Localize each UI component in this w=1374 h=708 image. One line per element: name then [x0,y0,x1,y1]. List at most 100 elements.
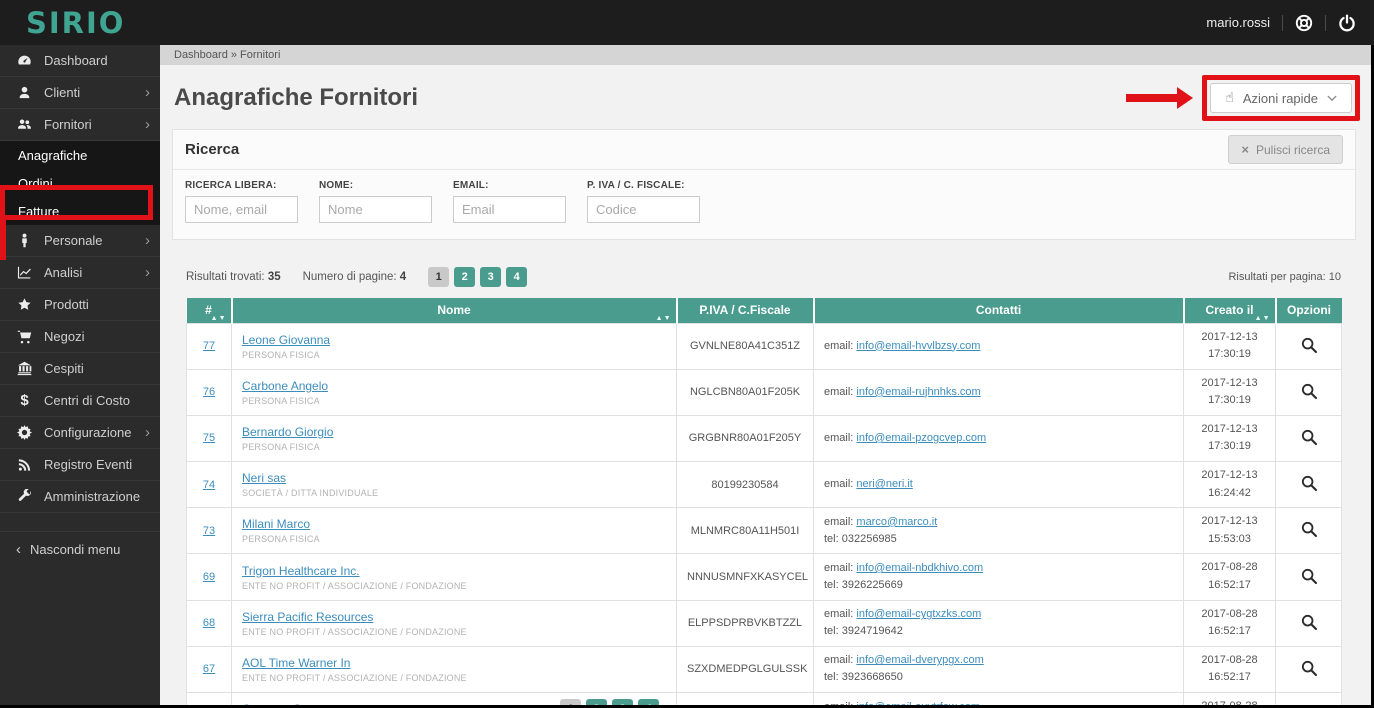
supplier-name-link[interactable]: Leone Giovanna [242,333,330,347]
view-supplier-search-icon[interactable] [1300,474,1318,492]
page-title: Anagrafiche Fornitori [174,84,419,111]
supplier-name-link[interactable]: Sierra Pacific Resources [242,610,373,624]
supplier-created: 2017-08-2816:52:17 [1183,599,1276,647]
breadcrumb[interactable]: Dashboard » Fornitori [160,45,1374,65]
field-label: NOME: [319,180,354,191]
gear-icon [16,425,33,440]
sidebar-item-amministrazione[interactable]: Amministrazione [0,481,160,513]
p-iva-c-fiscale-input[interactable] [587,196,700,223]
supplier-contacts: email: marco@marco.it tel: 032256985 [813,507,1184,555]
dollar-icon: $ [20,392,29,409]
nome-input[interactable] [319,196,432,223]
sidebar-item-dashboard[interactable]: Dashboard [0,45,160,77]
supplier-name-link[interactable]: AOL Time Warner In [242,656,350,670]
contact-email-link[interactable]: info@email-dverypgx.com [856,654,983,666]
email-label: email: [824,478,854,491]
column-header-creato-il[interactable]: Creato il ▲▼ [1182,298,1276,323]
view-supplier-search-icon[interactable] [1300,336,1318,354]
column-header-[interactable]: # ▲▼ [186,298,232,323]
sidebar-item-label: Configurazione [44,425,132,440]
chevron-left-icon: ‹ [16,541,21,558]
sidebar-item-label: Fatture [18,203,60,219]
sidebar-item-ordini[interactable]: Ordini [0,169,160,197]
supplier-id-link[interactable]: 74 [203,479,215,491]
view-supplier-search-icon[interactable] [1300,659,1318,677]
supplier-id-link[interactable]: 68 [203,617,215,629]
search-panel-header: Ricerca × Pulisci ricerca [173,130,1355,170]
page-button-3[interactable]: 3 [480,267,502,287]
sidebar-item-clienti[interactable]: Clienti › [0,77,160,109]
supplier-type: SOCIETÀ / DITTA INDIVIDUALE [242,488,379,499]
contact-email-link[interactable]: marco@marco.it [856,516,937,528]
view-supplier-search-icon[interactable] [1300,520,1318,538]
sidebar-item-label: Negozi [44,329,85,344]
supplier-created: 2017-12-13 17:30:19 [1183,368,1276,416]
sidebar-item-prodotti[interactable]: Prodotti [0,289,160,321]
view-supplier-search-icon[interactable] [1300,613,1318,631]
sidebar-collapse-button[interactable]: ‹ Nascondi menu [0,531,160,567]
supplier-contacts: email: info@email-pzogcvep.com [813,414,1184,463]
email-label: email: [824,339,854,352]
email-label: email: [824,431,854,444]
chevron-right-icon: › [145,84,150,101]
email-input[interactable] [453,196,566,223]
contact-email-link[interactable]: info@email-nbdkhivo.com [856,562,983,574]
ricerca-libera-input[interactable] [185,196,298,223]
contact-email-link[interactable]: info@email-rujhnhks.com [856,386,980,398]
supplier-id-link[interactable]: 75 [203,432,215,444]
sidebar-item-label: Prodotti [44,297,89,312]
sidebar-item-analisi[interactable]: Analisi › [0,257,160,289]
sidebar-item-anagrafiche[interactable]: Anagrafiche [0,141,160,169]
column-header-nome[interactable]: Nome ▲▼ [230,298,677,323]
sidebar-item-label: Fornitori [44,117,92,132]
supplier-id-link[interactable]: 73 [203,525,215,537]
contact-email-link[interactable]: info@email-hvvlbzsy.com [856,340,980,352]
supplier-contacts: email: info@email-cygtxzks.com tel: 39247… [813,599,1184,647]
sidebar-item-fornitori[interactable]: Fornitori › [0,109,160,141]
supplier-name-link[interactable]: Neri sas [242,471,286,485]
sidebar-item-personale[interactable]: Personale › [0,225,160,257]
page-button-1[interactable]: 1 [428,267,450,287]
search-fields: RICERCA LIBERA: NOME: EMAIL: P. IVA / C. FI… [173,170,1355,239]
supplier-name-link[interactable]: Bernardo Giorgio [242,425,333,439]
supplier-name-link[interactable]: Trigon Healthcare Inc. [242,564,360,578]
sidebar-item-negozi[interactable]: Negozi [0,321,160,353]
quick-actions-button[interactable]: ☝ Azioni rapide [1210,83,1352,113]
supplier-created: 2017-08-2816:52:17 [1183,553,1276,601]
page-button-2[interactable]: 2 [454,267,476,287]
chevron-right-icon: › [145,424,150,441]
supplier-type: ENTE NO PROFIT / ASSOCIAZIONE / FONDAZIO… [242,672,467,683]
view-supplier-search-icon[interactable] [1300,382,1318,400]
sidebar-item-configurazione[interactable]: Configurazione › [0,417,160,449]
app-logo[interactable]: SIRIO [0,6,160,40]
sidebar: Dashboard Clienti › Fornitori › Anagrafiche Or… [0,45,160,708]
username-menu[interactable]: mario.rossi [1206,15,1270,30]
contact-email-link[interactable]: info@email-cygtxzks.com [856,608,981,620]
supplier-id-link[interactable]: 69 [203,571,215,583]
supplier-piva: ELPPSDPRBVKBTZZL [676,599,814,647]
cart-icon [16,329,33,344]
supplier-name-link[interactable]: Milani Marco [242,517,310,531]
supplier-name-link[interactable]: Carbone Angelo [242,379,328,393]
sidebar-item-fatture[interactable]: Fatture [0,197,160,225]
supplier-id-link[interactable]: 76 [203,386,215,398]
supplier-id-link[interactable]: 67 [203,663,215,675]
contact-email-link[interactable]: info@email-pzogcvep.com [856,432,986,444]
search-panel: Ricerca × Pulisci ricerca RICERCA LIBERA… [172,129,1356,240]
clear-search-button[interactable]: × Pulisci ricerca [1228,135,1343,164]
supplier-piva: NGLCBN80A01F205K [676,368,814,416]
logout-power-icon[interactable] [1338,13,1356,32]
contact-email-link[interactable]: neri@neri.it [856,478,912,490]
support-life-ring-icon[interactable] [1295,14,1313,32]
results-found-label: Risultati trovati: [186,271,265,283]
sidebar-item-cespiti[interactable]: Cespiti [0,353,160,385]
column-header-contatti: Contatti [812,298,1184,323]
sidebar-item-centri-di-costo[interactable]: $ Centri di Costo [0,385,160,417]
view-supplier-search-icon[interactable] [1300,567,1318,585]
table-row: 69 Trigon Healthcare Inc. ENTE NO PROFIT /… [186,553,1342,601]
page-button-4[interactable]: 4 [506,267,528,287]
view-supplier-search-icon[interactable] [1300,428,1318,446]
sidebar-item-registro-eventi[interactable]: Registro Eventi [0,449,160,481]
sort-arrows-icon: ▲▼ [1254,314,1271,322]
supplier-id-link[interactable]: 77 [203,340,215,352]
